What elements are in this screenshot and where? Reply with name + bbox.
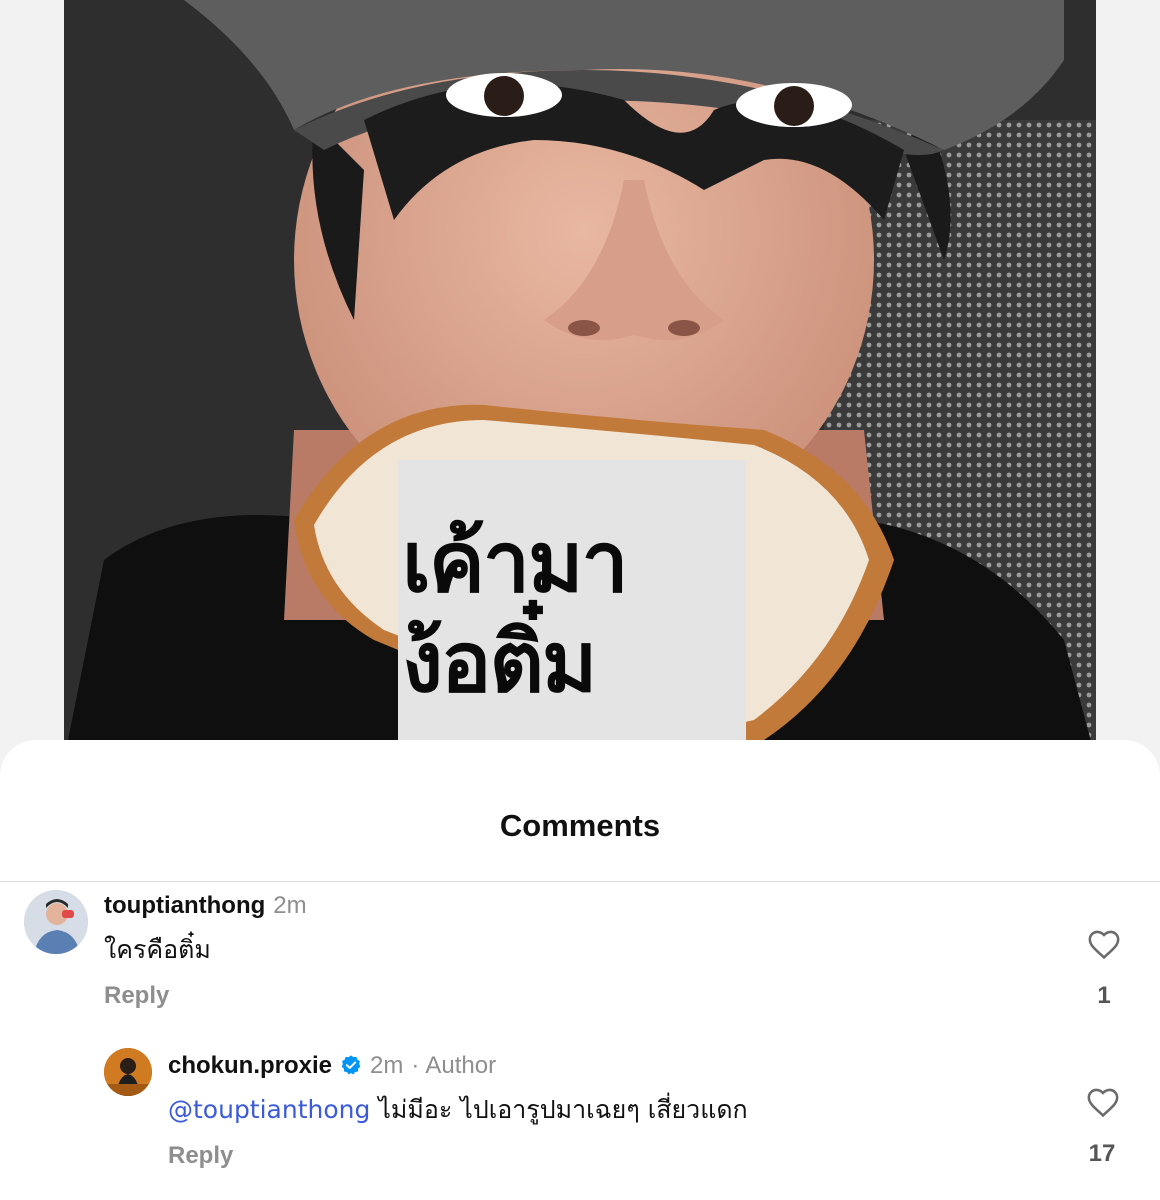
comment-text-body: ไม่มีอะ ไปเอารูปมาเฉยๆ เสี่ยวแดก (370, 1095, 748, 1124)
comment-text: @touptianthong ไม่มีอะ ไปเอารูปมาเฉยๆ เส… (168, 1090, 748, 1130)
separator-dot: · (411, 1052, 420, 1079)
username[interactable]: touptianthong (104, 892, 265, 919)
sticker-line-2: ง้อติ๋ม (402, 613, 597, 711)
divider (0, 881, 1160, 882)
comments-sheet: Comments touptianthong 2m ใครคือติ๋ม Repl… (0, 740, 1160, 1200)
heart-outline-icon[interactable] (1086, 1086, 1120, 1118)
avatar-image (104, 1048, 152, 1096)
comment-meta: touptianthong 2m (104, 892, 307, 920)
author-label: Author (425, 1052, 497, 1079)
comment-meta: chokun.proxie 2m · Author (168, 1052, 496, 1080)
sheet-title: Comments (499, 808, 661, 843)
avatar-image (24, 890, 88, 954)
verified-badge-icon (341, 1055, 361, 1075)
reply-button[interactable]: Reply (104, 982, 169, 1010)
post-photo: เค้ามา ง้อติ๋ม (64, 0, 1096, 760)
username[interactable]: chokun.proxie (168, 1052, 332, 1079)
avatar[interactable] (104, 1048, 152, 1096)
mention-link[interactable]: @touptianthong (168, 1095, 370, 1124)
like-count: 17 (1088, 1140, 1116, 1167)
sticker-line-1: เค้ามา (402, 513, 629, 611)
photo-backdrop: เค้ามา ง้อติ๋ม (0, 0, 1160, 760)
heart-outline-icon[interactable] (1087, 928, 1121, 960)
timestamp: 2m (273, 892, 307, 919)
text-sticker: เค้ามา ง้อติ๋ม (398, 460, 746, 760)
comment-text: ใครคือติ๋ม (104, 935, 211, 964)
like-count: 1 (1097, 982, 1111, 1009)
reply-button[interactable]: Reply (168, 1142, 233, 1170)
timestamp: 2m (370, 1052, 404, 1079)
avatar[interactable] (24, 890, 88, 954)
